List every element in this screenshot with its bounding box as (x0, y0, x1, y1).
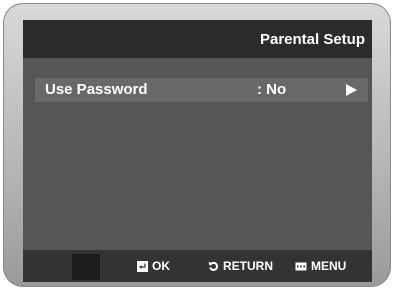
menu-button[interactable]: MENU (295, 259, 346, 273)
ok-label: OK (152, 259, 170, 273)
menu-item-label: Use Password (45, 81, 148, 98)
menu-icon (295, 262, 307, 270)
right-arrow-icon[interactable] (344, 83, 358, 97)
menu-item-use-password[interactable]: Use Password : No (35, 78, 368, 102)
return-icon (208, 261, 218, 271)
return-button[interactable]: RETURN (208, 259, 273, 273)
ok-button[interactable]: OK (137, 259, 170, 273)
enter-icon (137, 260, 148, 272)
return-label: RETURN (223, 259, 273, 273)
footer-block (72, 254, 100, 280)
footer-bar: OK RETURN MENU (23, 250, 372, 282)
menu-item-value: : No (257, 81, 287, 98)
page-title: Parental Setup (259, 31, 365, 48)
title-bar: Parental Setup (23, 20, 372, 58)
osd-screen: Parental Setup Use Password : No OK RETU… (23, 20, 372, 282)
menu-label: MENU (311, 259, 347, 273)
